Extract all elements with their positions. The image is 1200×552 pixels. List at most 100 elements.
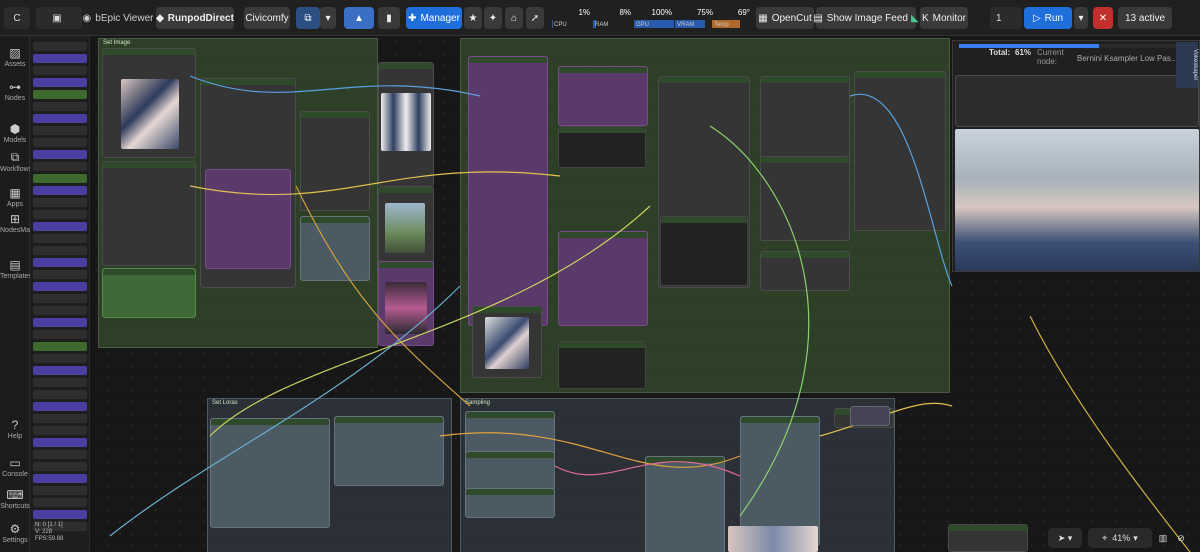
node-list-item[interactable] xyxy=(33,486,87,495)
app-logo-button[interactable]: ▲ xyxy=(344,7,374,29)
link-icon: ⊘ xyxy=(1177,532,1185,543)
node-list-item[interactable] xyxy=(33,90,87,99)
run-button[interactable]: ▷ Run xyxy=(1024,7,1072,29)
opencut-button[interactable]: ▦ OpenCut xyxy=(756,7,814,29)
run-options-dropdown[interactable]: ▾ xyxy=(1074,7,1088,29)
node-list-item[interactable] xyxy=(33,54,87,63)
sidebar-item-shortcuts[interactable]: ⌨ Shortcuts xyxy=(0,488,30,510)
node-list-item[interactable] xyxy=(33,318,87,327)
sidebar-item-nodesmap[interactable]: ⊞ NodesMap xyxy=(0,212,34,234)
link-visibility-button[interactable]: ⊘ xyxy=(1174,528,1188,548)
keyboard-icon: ⌨ xyxy=(6,488,24,502)
manager-button[interactable]: ✚ Manager xyxy=(406,7,462,29)
node-list-item[interactable] xyxy=(33,258,87,267)
sidebar-item-models[interactable]: ⬢ Models xyxy=(0,122,30,144)
node-list-item[interactable] xyxy=(33,186,87,195)
tab-runpod-direct[interactable]: ◆ RunpodDirect xyxy=(156,7,234,29)
node-list-item[interactable] xyxy=(33,330,87,339)
sidebar-item-label: Console xyxy=(2,471,28,478)
node-list-item[interactable] xyxy=(33,462,87,471)
sidebar-item-label: Apps xyxy=(7,201,23,208)
queue-toggle-button[interactable]: ▣ xyxy=(36,7,82,29)
tab-bepic-viewer[interactable]: ◉ bEpic Viewer xyxy=(82,7,154,29)
batch-count-input[interactable]: 1 xyxy=(990,7,1022,29)
sidebar-item-nodes[interactable]: ⊶ Nodes xyxy=(0,80,30,102)
zoom-control[interactable]: ⌖ 41% ▾ xyxy=(1088,528,1152,548)
gpu-label: GPU xyxy=(636,22,650,28)
vram-value: 75% xyxy=(696,8,713,17)
current-node-value: Bernini Ksampler Low Pas... xyxy=(1077,54,1178,63)
show-image-feed-button[interactable]: ▤ Show Image Feed ◣ xyxy=(813,7,919,29)
generated-preview-image xyxy=(955,129,1199,271)
sidebar-item-templates[interactable]: ▤ Templates xyxy=(0,258,32,280)
eye-icon: ◉ xyxy=(82,12,92,24)
node-list-item[interactable] xyxy=(33,150,87,159)
node-list-item[interactable] xyxy=(33,282,87,291)
node-list-item[interactable] xyxy=(33,378,87,387)
screen-capture-button[interactable]: ⧉ xyxy=(296,7,320,29)
node-list-item[interactable] xyxy=(33,78,87,87)
node-list-item[interactable] xyxy=(33,174,87,183)
select-tool-button[interactable]: ➤ ▾ xyxy=(1048,528,1082,548)
wire xyxy=(709,125,810,517)
reroute-node[interactable] xyxy=(850,406,890,426)
sidebar-item-apps[interactable]: ▦ Apps xyxy=(0,186,30,208)
bookmark-button[interactable]: ▮ xyxy=(378,7,400,29)
civicomfy-button[interactable]: Civicomfy xyxy=(244,7,290,29)
node-list-item[interactable] xyxy=(33,42,87,51)
button-label: Monitor xyxy=(932,12,967,24)
render-stats: N: 0 [1 / 1] V: 228 FPS:59.88 xyxy=(35,522,63,543)
node-list-item[interactable] xyxy=(33,474,87,483)
minimap-button[interactable]: ▥ xyxy=(1156,528,1170,548)
node-list-item[interactable] xyxy=(33,510,87,519)
nodes-icon: ⊶ xyxy=(9,80,21,94)
node-list-item[interactable] xyxy=(33,234,87,243)
node-list-item[interactable] xyxy=(33,450,87,459)
button-label: Manager xyxy=(420,12,460,24)
sidebar-item-console[interactable]: ▭ Console xyxy=(0,456,30,478)
node-list-item[interactable] xyxy=(33,498,87,507)
node-list-item[interactable] xyxy=(33,414,87,423)
sidebar-item-workflows[interactable]: ⧉ Workflows xyxy=(0,150,33,173)
active-queue-badge[interactable]: 13 active xyxy=(1118,7,1172,29)
gear-icon: ⚙ xyxy=(9,522,21,536)
vue-icon: ◣ xyxy=(910,12,919,24)
comfy-logo-icon[interactable]: C xyxy=(4,7,30,29)
sidebar-item-label: NodesMap xyxy=(0,227,34,234)
sidebar-item-assets[interactable]: ▨ Assets xyxy=(0,46,30,68)
node-list-panel xyxy=(30,36,90,552)
node-list-item[interactable] xyxy=(33,102,87,111)
node-list-item[interactable] xyxy=(33,294,87,303)
node-list-item[interactable] xyxy=(33,306,87,315)
node-list-item[interactable] xyxy=(33,342,87,351)
monitor-button[interactable]: K Monitor xyxy=(920,7,968,29)
node-list-item[interactable] xyxy=(33,438,87,447)
node-list-item[interactable] xyxy=(33,114,87,123)
node-list-item[interactable] xyxy=(33,66,87,75)
cancel-run-button[interactable]: ✕ xyxy=(1093,7,1113,29)
node-list-item[interactable] xyxy=(33,138,87,147)
node-list-item[interactable] xyxy=(33,354,87,363)
node-list-item[interactable] xyxy=(33,390,87,399)
share-button[interactable]: ➚ xyxy=(526,7,544,29)
scissors-icon: ▦ xyxy=(758,12,768,24)
sidebar-item-settings[interactable]: ⚙ Settings xyxy=(0,522,30,544)
sidebar-item-help[interactable]: ? Help xyxy=(0,418,30,440)
node-list-item[interactable] xyxy=(33,126,87,135)
sparkle-button[interactable]: ✦ xyxy=(484,7,502,29)
node-list-item[interactable] xyxy=(33,246,87,255)
node-list-item[interactable] xyxy=(33,270,87,279)
broom-button[interactable]: ⌂ xyxy=(505,7,523,29)
preview-node-panel xyxy=(955,75,1199,127)
node-list-item[interactable] xyxy=(33,402,87,411)
node-list-item[interactable] xyxy=(33,222,87,231)
node-list-item[interactable] xyxy=(33,198,87,207)
sidebar-item-label: Workflows xyxy=(0,166,33,173)
capture-dropdown[interactable]: ▾ xyxy=(320,7,336,29)
image-icon: ▨ xyxy=(9,46,21,60)
node-list-item[interactable] xyxy=(33,426,87,435)
star-button[interactable]: ★ xyxy=(464,7,482,29)
node-list-item[interactable] xyxy=(33,366,87,375)
node-list-item[interactable] xyxy=(33,210,87,219)
node-list-item[interactable] xyxy=(33,162,87,171)
